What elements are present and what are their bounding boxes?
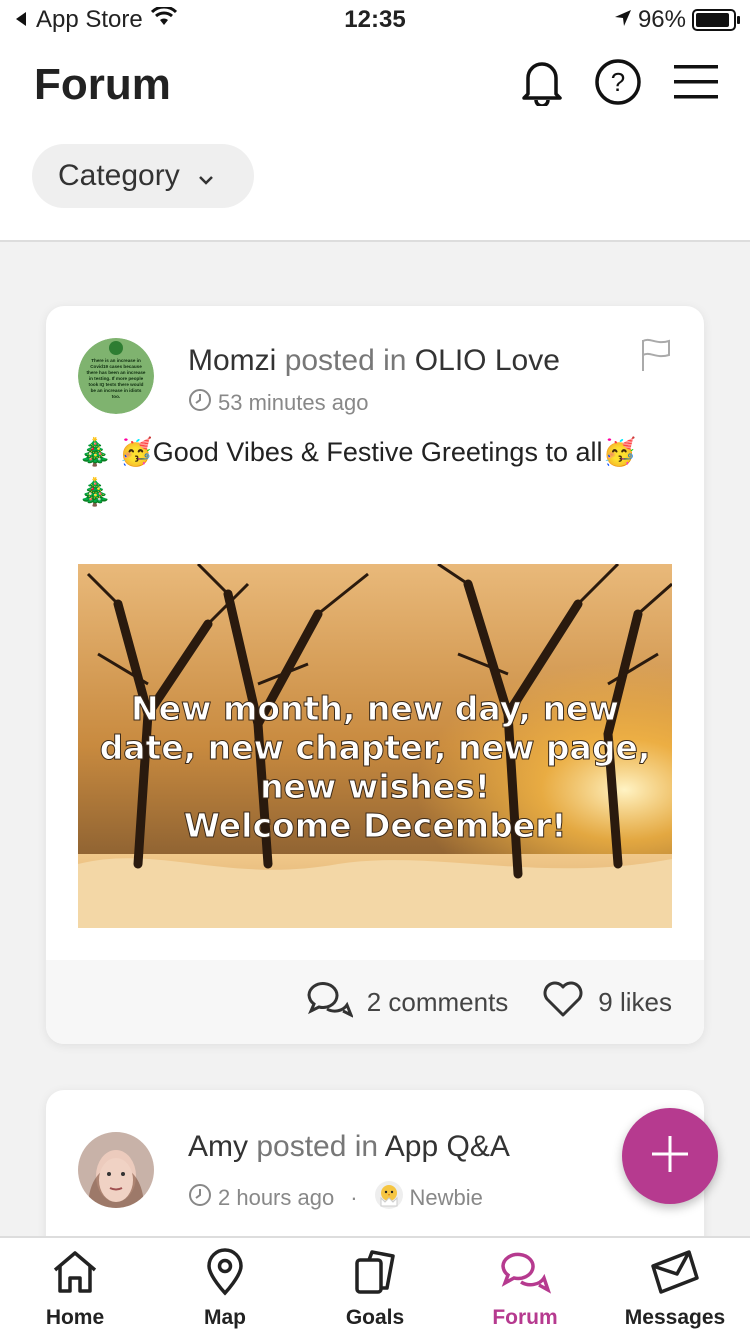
nav-label: Home bbox=[45, 1306, 105, 1329]
nav-label: Map bbox=[204, 1306, 246, 1329]
flag-icon bbox=[640, 338, 672, 376]
heart-icon bbox=[542, 980, 584, 1025]
image-caption-line: date, new chapter, new page, bbox=[100, 728, 651, 767]
post-image[interactable]: New month, new day, new date, new chapte… bbox=[78, 564, 672, 928]
category-label: Category bbox=[58, 159, 180, 192]
image-caption-line: New month, new day, new bbox=[131, 689, 619, 728]
post-emoji-line2: 🎄 bbox=[78, 477, 112, 507]
nav-goals[interactable]: Goals bbox=[300, 1238, 450, 1336]
svg-text:There is an increase in: There is an increase in bbox=[91, 358, 141, 363]
post-heading: Amy posted in App Q&A bbox=[188, 1130, 510, 1164]
battery-percent: 96% bbox=[637, 6, 686, 33]
forum-header: Forum ? Category bbox=[0, 40, 750, 242]
bottom-nav: Home Map Goals Forum Messages bbox=[0, 1236, 750, 1336]
post-meta: 53 minutes ago bbox=[188, 388, 368, 418]
clock-icon bbox=[188, 388, 212, 418]
home-icon bbox=[51, 1248, 99, 1302]
forum-icon bbox=[499, 1248, 552, 1302]
page-title: Forum bbox=[34, 60, 171, 109]
menu-button[interactable] bbox=[670, 58, 722, 110]
help-button[interactable]: ? bbox=[592, 58, 644, 110]
post-card[interactable]: There is an increase in Covid19 cases be… bbox=[46, 306, 704, 1044]
post-author[interactable]: Amy bbox=[188, 1130, 248, 1163]
posted-in-label: posted in bbox=[284, 344, 407, 377]
category-dropdown[interactable]: Category bbox=[32, 144, 254, 208]
help-circle-icon: ? bbox=[594, 58, 642, 111]
image-caption-line: Welcome December! bbox=[184, 806, 567, 845]
new-post-button[interactable] bbox=[622, 1108, 718, 1204]
post-emoji-prefix: 🎄 🥳 bbox=[78, 437, 153, 467]
posted-in-label: posted in bbox=[256, 1130, 379, 1163]
envelope-icon bbox=[649, 1248, 701, 1302]
bell-icon bbox=[520, 58, 564, 111]
post-heading: Momzi posted in OLIO Love bbox=[188, 344, 560, 378]
user-badge: Newbie bbox=[409, 1185, 483, 1210]
goals-icon bbox=[351, 1248, 399, 1302]
comments-button[interactable]: 2 comments bbox=[305, 977, 509, 1028]
clock-icon bbox=[188, 1183, 212, 1213]
status-right: 96% bbox=[614, 6, 740, 34]
post-meta: 2 hours ago · Newbie bbox=[188, 1180, 483, 1216]
svg-text:?: ? bbox=[611, 67, 625, 97]
hamburger-icon bbox=[673, 63, 719, 106]
svg-text:Covid19 cases because: Covid19 cases because bbox=[90, 364, 142, 369]
report-flag-button[interactable] bbox=[640, 338, 672, 377]
post-author[interactable]: Momzi bbox=[188, 344, 276, 377]
nav-label: Messages bbox=[624, 1306, 726, 1329]
image-caption-line: new wishes! bbox=[260, 767, 490, 806]
post-group[interactable]: App Q&A bbox=[385, 1130, 510, 1163]
post-footer: 2 comments 9 likes bbox=[46, 960, 704, 1044]
svg-text:took IQ tests there would: took IQ tests there would bbox=[89, 382, 144, 387]
nav-forum[interactable]: Forum bbox=[450, 1238, 600, 1336]
plus-icon bbox=[648, 1132, 692, 1181]
post-time: 53 minutes ago bbox=[218, 390, 369, 415]
nav-map[interactable]: Map bbox=[150, 1238, 300, 1336]
svg-text:be an increase in idiots: be an increase in idiots bbox=[91, 388, 142, 393]
notifications-button[interactable] bbox=[516, 58, 568, 110]
chevron-down-icon bbox=[198, 159, 214, 193]
chick-icon bbox=[374, 1180, 404, 1216]
comments-icon bbox=[305, 977, 354, 1028]
comments-count: 2 comments bbox=[366, 986, 509, 1017]
post-time: 2 hours ago bbox=[218, 1185, 335, 1210]
map-pin-icon bbox=[201, 1248, 249, 1302]
svg-text:there has been an increase: there has been an increase bbox=[87, 370, 146, 375]
avatar[interactable]: There is an increase in Covid19 cases be… bbox=[78, 338, 154, 414]
nav-home[interactable]: Home bbox=[0, 1238, 150, 1336]
separator-dot: · bbox=[350, 1185, 358, 1210]
battery-icon bbox=[692, 9, 740, 31]
likes-count: 9 likes bbox=[598, 986, 672, 1017]
post-text: Good Vibes & Festive Greetings to all bbox=[152, 437, 603, 467]
like-button[interactable]: 9 likes bbox=[542, 980, 672, 1025]
location-arrow-icon bbox=[614, 6, 632, 34]
status-bar: App Store 12:35 96% bbox=[0, 0, 750, 40]
post-body: 🎄 🥳Good Vibes & Festive Greetings to all… bbox=[78, 432, 678, 512]
post-group[interactable]: OLIO Love bbox=[415, 344, 560, 377]
nav-label: Goals bbox=[345, 1306, 405, 1329]
nav-messages[interactable]: Messages bbox=[600, 1238, 750, 1336]
svg-text:too.: too. bbox=[112, 394, 120, 399]
nav-label: Forum bbox=[492, 1306, 558, 1329]
avatar[interactable] bbox=[78, 1132, 154, 1208]
post-emoji-suffix: 🥳 bbox=[602, 437, 637, 467]
svg-text:in testing. If more people: in testing. If more people bbox=[89, 376, 144, 381]
